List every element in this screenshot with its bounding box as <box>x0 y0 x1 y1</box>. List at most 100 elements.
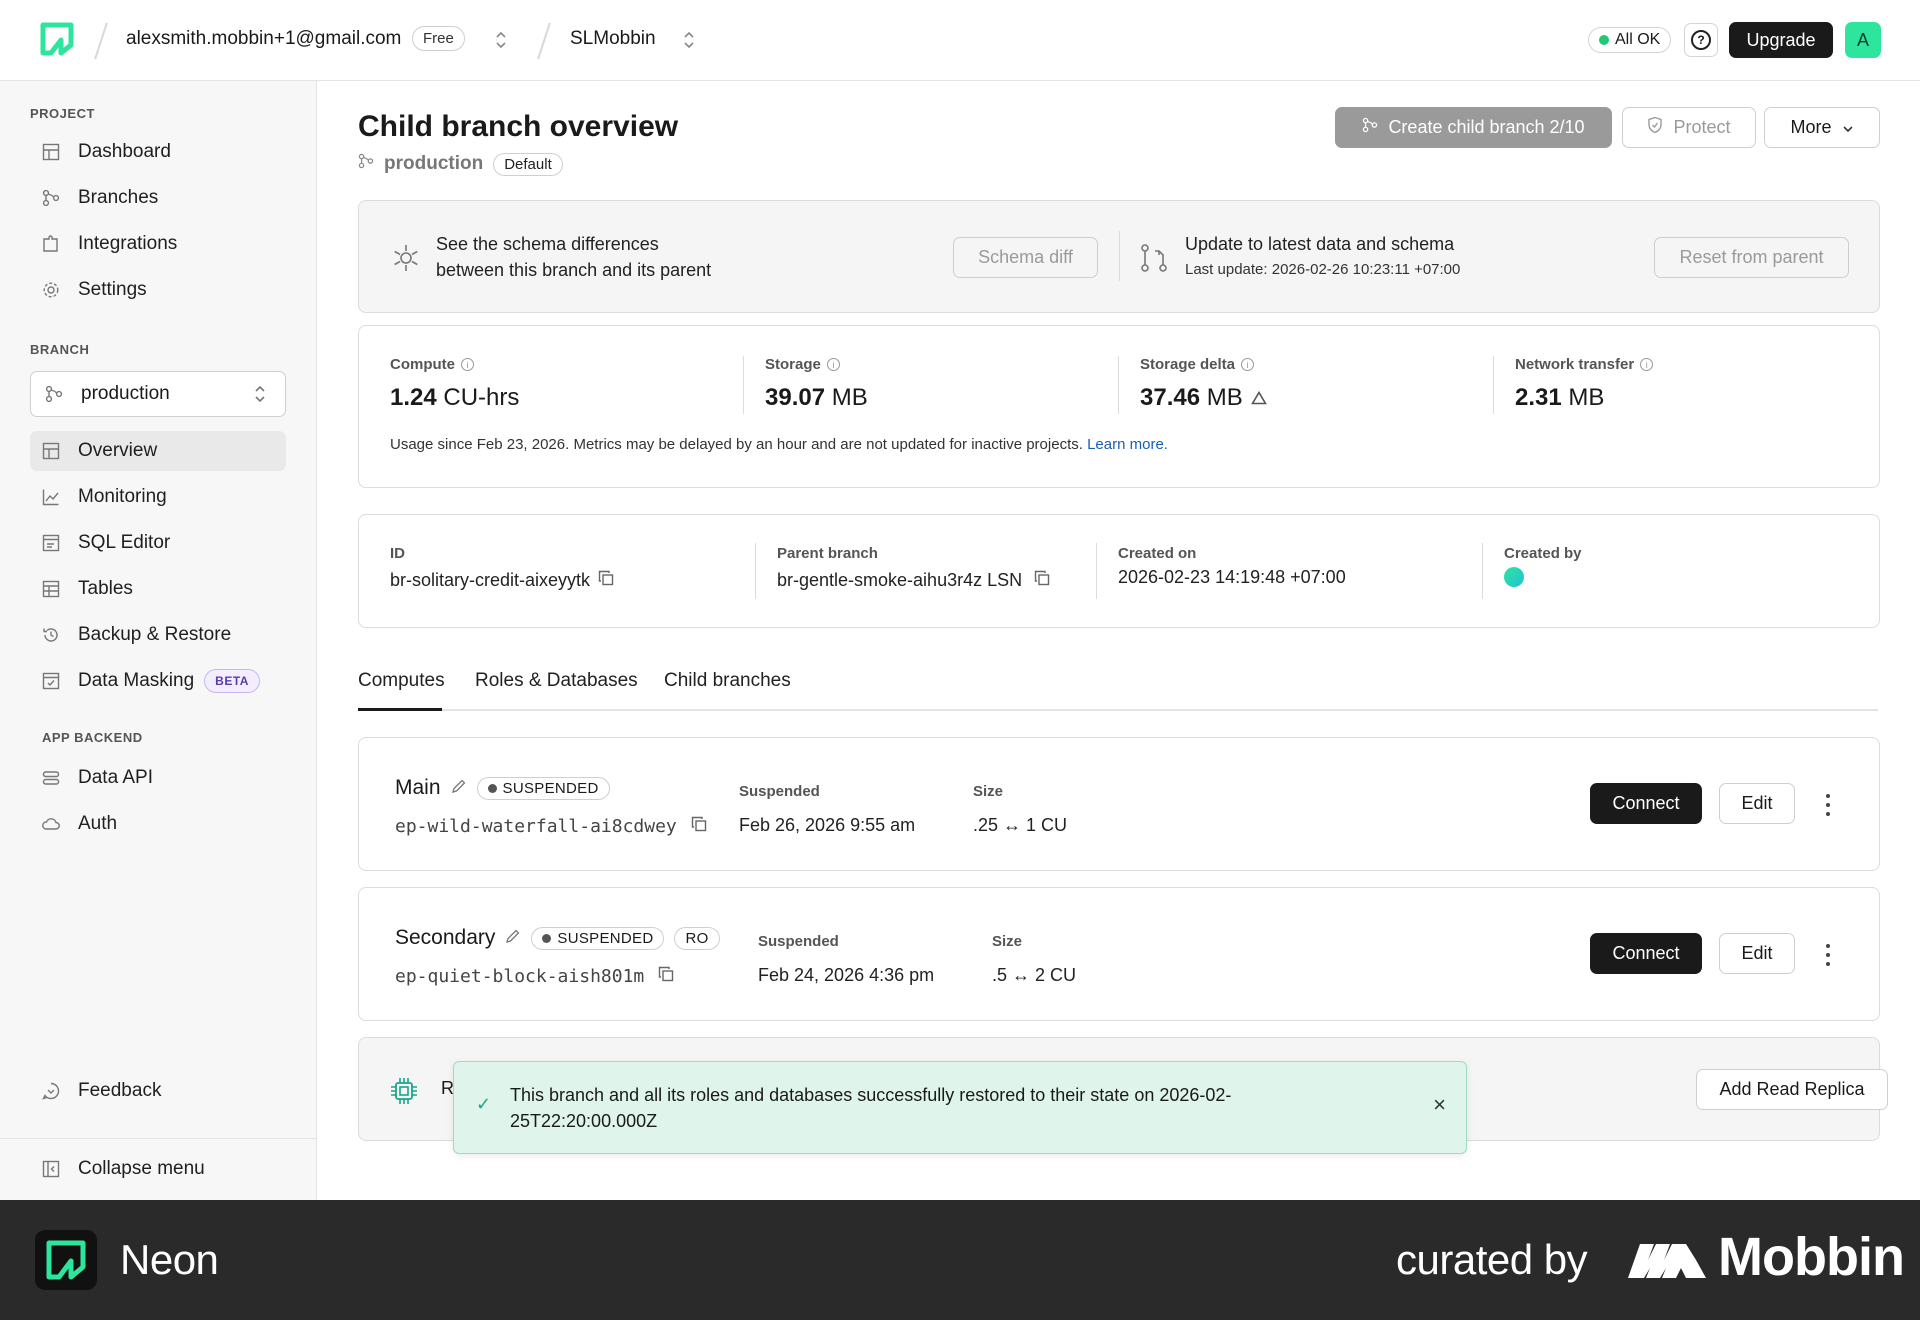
branch-select[interactable]: production <box>30 371 286 417</box>
compute-name: Main <box>395 776 441 799</box>
info-icon[interactable]: i <box>461 358 474 371</box>
edit-button[interactable]: Edit <box>1719 933 1795 974</box>
learn-more-link[interactable]: Learn more. <box>1087 436 1168 453</box>
sidebar-item-monitoring[interactable]: Monitoring <box>30 477 286 517</box>
endpoint-id: ep-wild-waterfall-ai8cdwey <box>395 816 707 837</box>
more-button[interactable]: More <box>1764 107 1880 148</box>
protect-button[interactable]: Protect <box>1622 107 1756 148</box>
branch-subtitle: production Default <box>358 152 563 176</box>
system-status-badge[interactable]: All OK <box>1588 27 1672 53</box>
copy-icon[interactable] <box>658 966 674 987</box>
branch-name: production <box>384 153 484 174</box>
sidebar-item-label: Backup & Restore <box>78 624 232 645</box>
sidebar-item-label: Overview <box>78 440 158 461</box>
usage-note: Usage since Feb 23, 2026. Metrics may be… <box>390 436 1168 453</box>
sidebar-item-branches[interactable]: Branches <box>30 178 286 218</box>
pencil-icon[interactable] <box>505 926 521 950</box>
avatar[interactable]: A <box>1845 22 1881 58</box>
tab-computes[interactable]: Computes <box>358 670 445 692</box>
kebab-menu-icon[interactable] <box>1824 944 1832 966</box>
created-on-value: 2026-02-23 14:19:48 +07:00 <box>1118 567 1346 587</box>
api-icon <box>42 769 60 787</box>
sidebar-item-data-api[interactable]: Data API <box>30 758 286 798</box>
sidebar-item-dashboard[interactable]: Dashboard <box>30 132 286 172</box>
add-read-replica-button[interactable]: Add Read Replica <box>1696 1069 1888 1110</box>
storage-delta-value: 37.46 MB <box>1140 384 1267 412</box>
divider <box>1096 543 1097 599</box>
footer-brand-name: Neon <box>120 1236 219 1283</box>
help-button[interactable]: ? <box>1684 23 1718 57</box>
sidebar-item-overview[interactable]: Overview <box>30 431 286 471</box>
schema-card: See the schema differences between this … <box>358 200 1880 313</box>
tab-roles-databases[interactable]: Roles & Databases <box>475 670 638 692</box>
branch-select-value: production <box>81 383 170 404</box>
sidebar-item-label: Integrations <box>78 233 178 254</box>
schema-diff-button[interactable]: Schema diff <box>953 237 1098 278</box>
storage-value: 39.07 MB <box>765 384 868 411</box>
warning-icon[interactable] <box>1250 384 1267 412</box>
editor-icon <box>42 534 60 552</box>
sidebar-item-settings[interactable]: Settings <box>30 270 286 310</box>
merge-icon <box>1139 243 1169 278</box>
feedback-label: Feedback <box>78 1080 162 1101</box>
created-by-label: Created by <box>1504 545 1582 562</box>
mobbin-logo-icon <box>1626 1240 1708 1285</box>
suspended-value: Feb 26, 2026 9:55 am <box>739 815 916 835</box>
sidebar-item-label: Settings <box>78 279 147 300</box>
tabs-divider <box>358 709 1878 711</box>
chevron-down-icon <box>1842 117 1854 138</box>
account-switcher-icon[interactable] <box>494 28 508 52</box>
creator-avatar[interactable] <box>1504 567 1524 587</box>
endpoint-id: ep-quiet-block-aish801m <box>395 966 674 987</box>
sidebar-item-label: Auth <box>78 813 118 834</box>
beta-badge: BETA <box>204 669 260 693</box>
upgrade-button[interactable]: Upgrade <box>1729 22 1833 58</box>
plan-badge: Free <box>412 26 465 51</box>
account-email[interactable]: alexsmith.mobbin+1@gmail.com <box>126 28 401 50</box>
toast-message: This branch and all its roles and databa… <box>510 1085 1232 1131</box>
sidebar-item-tables[interactable]: Tables <box>30 569 286 609</box>
divider <box>1119 231 1120 281</box>
size-label: Size <box>973 783 1004 800</box>
overview-icon <box>42 442 60 460</box>
close-icon[interactable]: × <box>1433 1092 1446 1118</box>
kebab-menu-icon[interactable] <box>1824 794 1832 816</box>
copy-icon[interactable] <box>598 570 614 591</box>
copy-icon[interactable] <box>691 816 707 837</box>
suspended-label: Suspended <box>758 933 839 950</box>
neon-logo-icon[interactable] <box>40 22 74 56</box>
pencil-icon[interactable] <box>451 776 467 800</box>
sidebar-section-branch: BRANCH <box>30 342 90 357</box>
compute-name: Secondary <box>395 926 496 949</box>
sidebar-item-backup-restore[interactable]: Backup & Restore <box>30 615 286 655</box>
info-icon[interactable]: i <box>1241 358 1255 371</box>
sidebar-item-data-masking[interactable]: Data Masking BETA <box>30 661 286 701</box>
connect-button[interactable]: Connect <box>1590 783 1702 824</box>
breadcrumb-separator <box>537 22 551 60</box>
connect-button[interactable]: Connect <box>1590 933 1702 974</box>
project-name[interactable]: SLMobbin <box>570 28 656 50</box>
compute-card: Main SUSPENDED ep-wild-waterfall-ai8cdwe… <box>358 737 1880 871</box>
collapse-menu-button[interactable]: Collapse menu <box>30 1149 286 1189</box>
gear-icon <box>42 281 60 299</box>
info-icon[interactable]: i <box>826 358 840 371</box>
feedback-button[interactable]: Feedback <box>30 1071 286 1111</box>
create-child-branch-button[interactable]: Create child branch 2/10 <box>1335 107 1612 148</box>
sidebar-item-sql-editor[interactable]: SQL Editor <box>30 523 286 563</box>
branch-icon <box>45 385 63 403</box>
page-title: Child branch overview <box>358 110 679 143</box>
reset-from-parent-button[interactable]: Reset from parent <box>1654 237 1849 278</box>
project-switcher-icon[interactable] <box>682 28 696 52</box>
info-icon[interactable]: i <box>1640 358 1654 371</box>
sidebar-item-auth[interactable]: Auth <box>30 804 286 844</box>
branch-icon <box>358 152 374 176</box>
created-on-label: Created on <box>1118 545 1197 562</box>
sidebar-item-label: Dashboard <box>78 141 171 162</box>
sidebar-item-integrations[interactable]: Integrations <box>30 224 286 264</box>
edit-button[interactable]: Edit <box>1719 783 1795 824</box>
suspended-value: Feb 24, 2026 4:36 pm <box>758 965 935 985</box>
id-label: ID <box>390 545 405 562</box>
sidebar-section-app-backend: APP BACKEND <box>42 730 143 745</box>
copy-icon[interactable] <box>1034 570 1050 591</box>
tab-child-branches[interactable]: Child branches <box>664 670 791 692</box>
